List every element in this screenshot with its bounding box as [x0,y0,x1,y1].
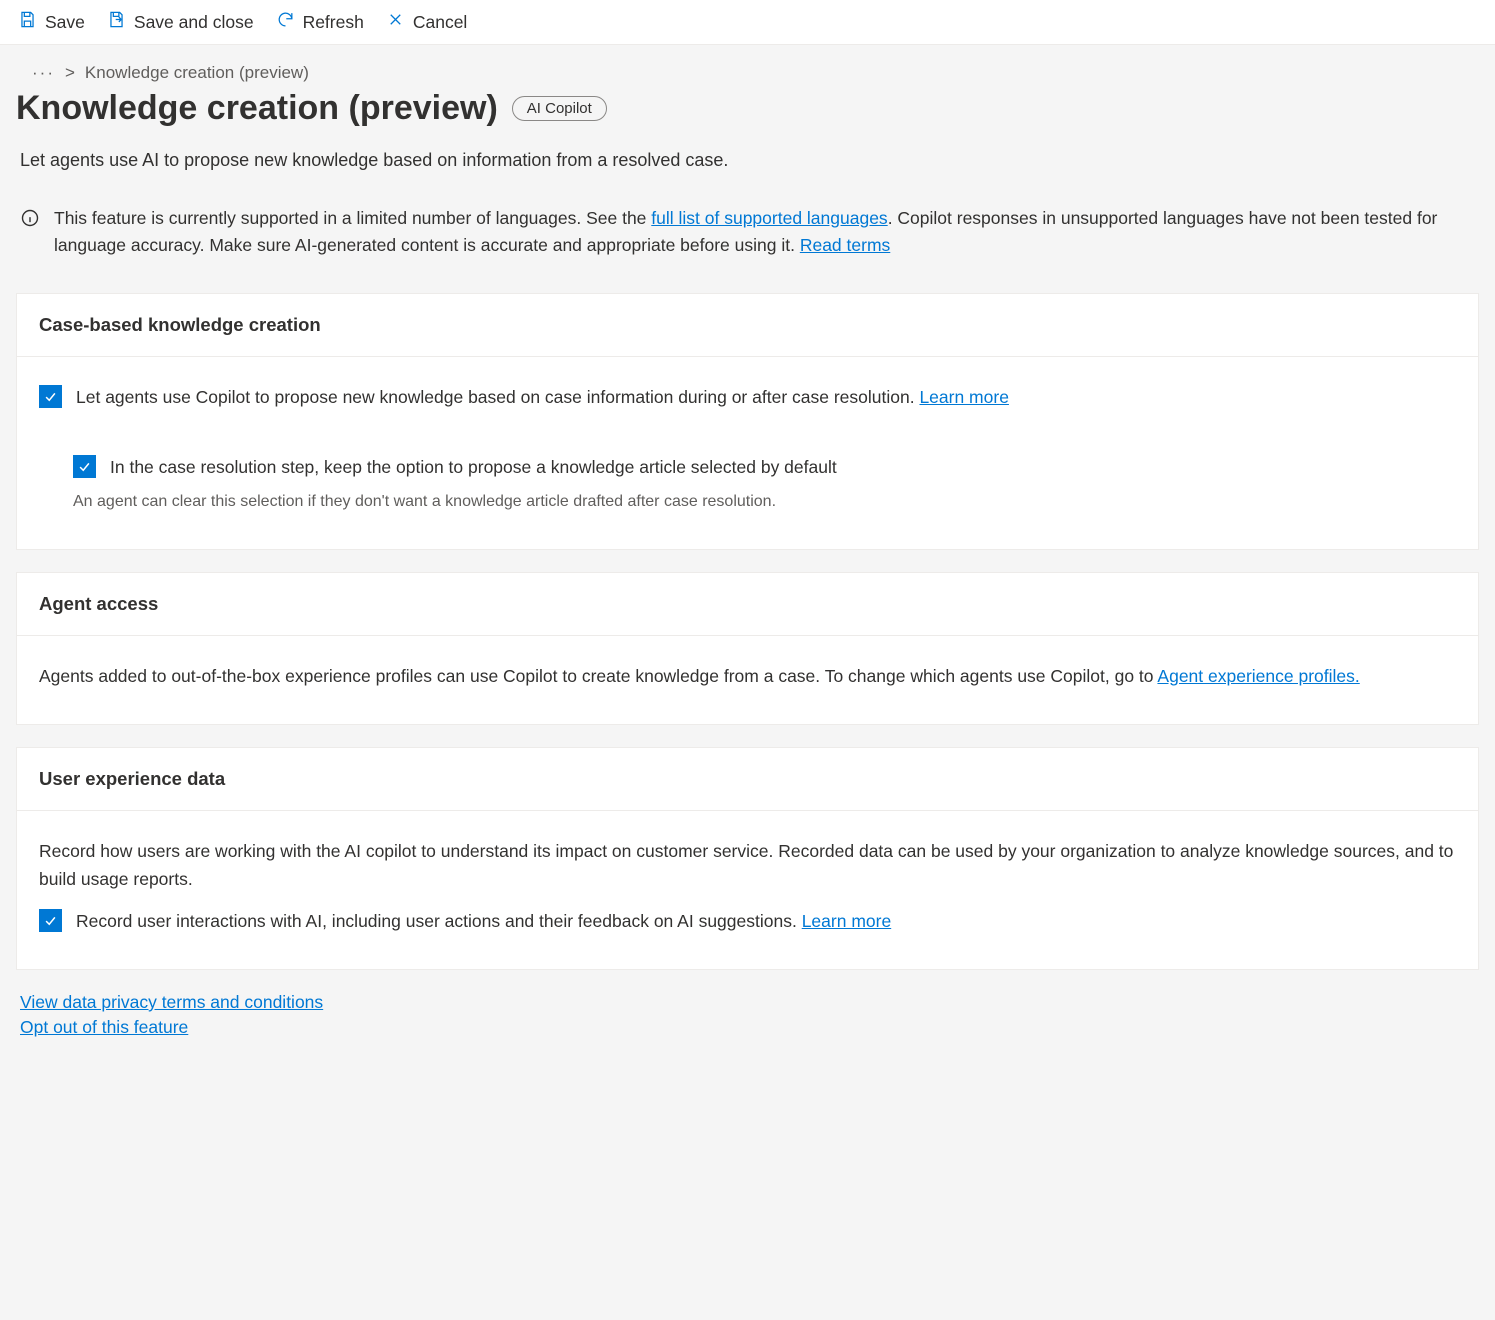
cancel-button[interactable]: Cancel [386,10,467,34]
breadcrumb-separator: > [65,63,75,83]
page-description: Let agents use AI to propose new knowled… [16,150,1479,171]
save-icon [18,10,37,34]
save-label: Save [45,12,85,33]
refresh-icon [276,10,295,34]
enable-copilot-label: Let agents use Copilot to propose new kn… [76,383,1009,411]
breadcrumb-current[interactable]: Knowledge creation (preview) [85,63,309,83]
privacy-terms-link[interactable]: View data privacy terms and conditions [20,992,1479,1013]
learn-more-ux-link[interactable]: Learn more [802,911,892,931]
save-close-button[interactable]: Save and close [107,10,254,34]
enable-copilot-row: Let agents use Copilot to propose new kn… [39,383,1456,411]
save-close-icon [107,10,126,34]
info-banner: This feature is currently supported in a… [16,205,1479,259]
default-selected-row: In the case resolution step, keep the op… [73,453,1456,481]
page-content: ··· > Knowledge creation (preview) Knowl… [0,45,1495,1078]
case-based-panel: Case-based knowledge creation Let agents… [16,293,1479,550]
record-interactions-checkbox[interactable] [39,909,62,932]
panel-body: Record how users are working with the AI… [17,811,1478,969]
title-row: Knowledge creation (preview) AI Copilot [16,89,1479,128]
opt-out-link[interactable]: Opt out of this feature [20,1017,1479,1038]
info-text: This feature is currently supported in a… [54,205,1479,259]
panel-header: User experience data [17,748,1478,811]
default-selected-label: In the case resolution step, keep the op… [110,453,837,481]
info-icon [20,205,40,259]
default-selected-checkbox[interactable] [73,455,96,478]
panel-header: Case-based knowledge creation [17,294,1478,357]
page-title: Knowledge creation (preview) [16,89,498,128]
command-bar: Save Save and close Refresh Cancel [0,0,1495,45]
panel-body: Agents added to out-of-the-box experienc… [17,636,1478,724]
panel-header: Agent access [17,573,1478,636]
footer-links: View data privacy terms and conditions O… [16,992,1479,1038]
save-close-label: Save and close [134,12,254,33]
enable-copilot-checkbox[interactable] [39,385,62,408]
agent-access-panel: Agent access Agents added to out-of-the-… [16,572,1479,725]
ux-description: Record how users are working with the AI… [39,837,1456,893]
read-terms-link[interactable]: Read terms [800,235,890,255]
refresh-label: Refresh [303,12,364,33]
close-icon [386,10,405,34]
record-interactions-row: Record user interactions with AI, includ… [39,907,1456,935]
refresh-button[interactable]: Refresh [276,10,364,34]
save-button[interactable]: Save [18,10,85,34]
breadcrumb: ··· > Knowledge creation (preview) [16,63,1479,83]
breadcrumb-more-icon[interactable]: ··· [32,63,55,83]
record-interactions-label: Record user interactions with AI, includ… [76,907,891,935]
default-selected-help: An agent can clear this selection if the… [73,489,1456,515]
user-experience-panel: User experience data Record how users ar… [16,747,1479,970]
ai-copilot-badge: AI Copilot [512,96,607,121]
cancel-label: Cancel [413,12,467,33]
learn-more-link[interactable]: Learn more [919,387,1009,407]
agent-profiles-link[interactable]: Agent experience profiles. [1157,666,1359,686]
panel-body: Let agents use Copilot to propose new kn… [17,357,1478,549]
supported-languages-link[interactable]: full list of supported languages [651,208,887,228]
